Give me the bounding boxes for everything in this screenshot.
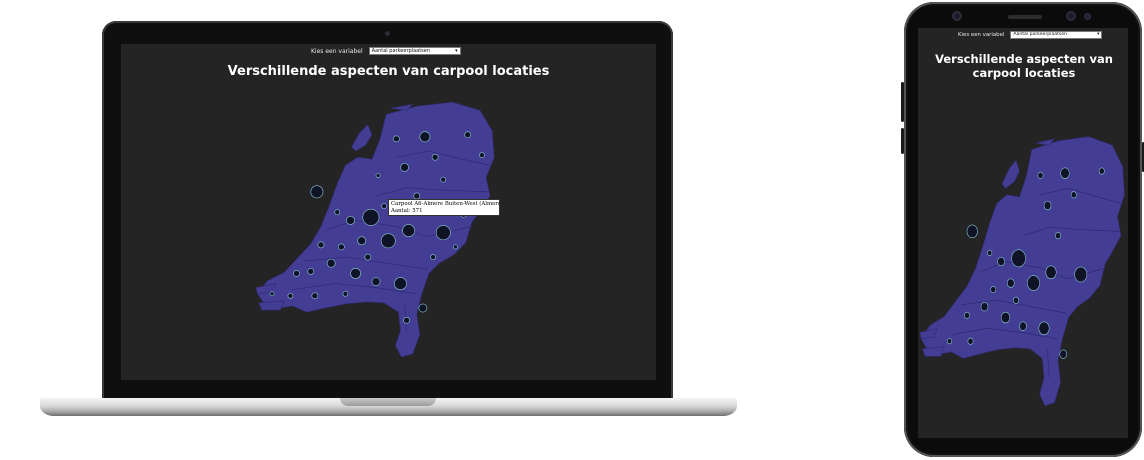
- camera-icon: [385, 31, 390, 36]
- page-title: Verschillende aspecten van carpool locat…: [227, 64, 550, 79]
- laptop-screen: Kies een variabel Aantal parkeerplaatsen…: [121, 44, 656, 380]
- variable-select-value: Aantal parkeerplaatsen: [371, 48, 431, 54]
- variable-select-value: Aantal parkeerplaatsen: [1013, 32, 1068, 37]
- chevron-down-icon: ▾: [455, 48, 458, 54]
- variable-label: Kies een variabel: [311, 47, 363, 55]
- netherlands-bubble-map[interactable]: [251, 94, 501, 359]
- tooltip-value: Aantal: 571: [391, 207, 423, 214]
- chevron-down-icon: ▾: [1097, 32, 1100, 37]
- laptop-opening-notch: [340, 398, 436, 406]
- netherlands-bubble-map[interactable]: [918, 128, 1128, 408]
- tooltip-name: Carpool A6-Almere Buiten-West (Almere): [391, 201, 500, 207]
- laptop-device-frame: Kies een variabel Aantal parkeerplaatsen…: [102, 21, 673, 401]
- variable-select[interactable]: Aantal parkeerplaatsen ▾: [368, 47, 461, 55]
- camera-icon: [952, 11, 962, 21]
- phone-speaker: [1008, 15, 1042, 19]
- map-tooltip: Carpool A6-Almere Buiten-West (Almere) A…: [388, 199, 500, 216]
- laptop-base: [40, 398, 737, 416]
- variable-select[interactable]: Aantal parkeerplaatsen ▾: [1010, 31, 1103, 39]
- sensor-icon: [1066, 11, 1076, 21]
- page-title: Verschillende aspecten van carpool locat…: [935, 52, 1113, 80]
- variable-label: Kies een variabel: [958, 32, 1005, 38]
- phone-screen: Kies een variabel Aantal parkeerplaatsen…: [918, 28, 1128, 438]
- variable-control: Kies een variabel Aantal parkeerplaatsen…: [311, 47, 461, 55]
- variable-control: Kies een variabel Aantal parkeerplaatsen…: [958, 31, 1103, 39]
- phone-volume-button: [901, 82, 904, 122]
- phone-device-frame: Kies een variabel Aantal parkeerplaatsen…: [901, 2, 1144, 457]
- phone-side-button: [901, 128, 904, 154]
- flash-icon: [1084, 13, 1091, 20]
